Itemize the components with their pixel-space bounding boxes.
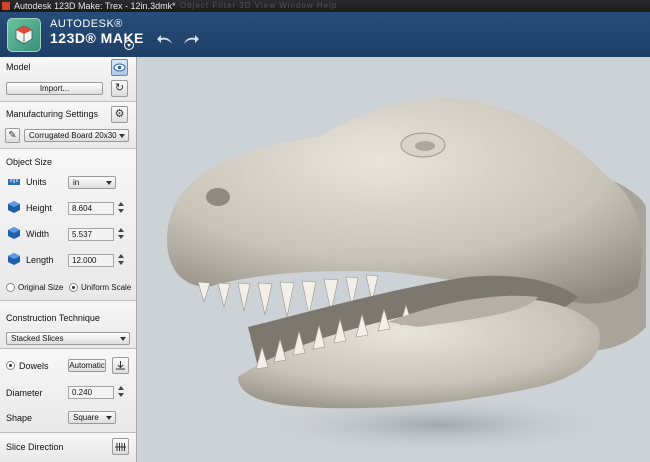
uniform-scale-radio[interactable] <box>69 283 78 292</box>
construction-section: Construction Technique Stacked Slices <box>0 301 136 349</box>
width-cube-icon <box>8 227 20 239</box>
window-title: Autodesk 123D Make: Trex - 12in.3dmk* <box>14 1 176 11</box>
3d-viewport[interactable] <box>138 57 650 462</box>
height-stepper[interactable] <box>117 201 125 216</box>
slice-direction-section: Slice Direction <box>0 433 136 462</box>
pencil-icon[interactable]: ✎ <box>5 128 20 143</box>
uniform-scale-label: Uniform Scale <box>81 283 132 292</box>
app-header: AUTODESK® 123D® MAKE <box>0 12 650 57</box>
refresh-icon[interactable]: ↻ <box>111 80 128 97</box>
length-cube-icon <box>8 253 20 265</box>
technique-select[interactable]: Stacked Slices <box>6 332 130 345</box>
units-label: Units <box>26 177 47 187</box>
shape-label: Shape <box>6 413 33 423</box>
model-title: Model <box>6 62 31 72</box>
trex-model[interactable] <box>138 57 650 462</box>
undo-arrow-icon[interactable] <box>156 32 174 46</box>
height-input[interactable]: 8.604 <box>68 202 114 215</box>
dowels-section: Dowels Automatic Diameter 0.240 Shape Sq… <box>0 349 136 433</box>
shape-value: Square <box>73 413 99 422</box>
diameter-stepper[interactable] <box>117 385 125 400</box>
manufacturing-title: Manufacturing Settings <box>6 109 99 119</box>
chevron-down-icon <box>106 181 112 185</box>
length-label: Length <box>26 255 54 265</box>
app-menu-dropdown-icon[interactable] <box>124 40 134 50</box>
diameter-label: Diameter <box>6 388 43 398</box>
technique-value: Stacked Slices <box>11 334 64 343</box>
ruler-icon <box>8 179 20 185</box>
eye-icon[interactable] <box>111 59 128 76</box>
brand-line1: AUTODESK® <box>50 18 123 30</box>
window-titlebar: Autodesk 123D Make: Trex - 12in.3dmk* Ob… <box>0 0 650 12</box>
original-size-radio[interactable] <box>6 283 15 292</box>
import-button[interactable]: Import... <box>6 82 103 95</box>
gear-icon[interactable]: ⚙ <box>111 106 128 123</box>
width-label: Width <box>26 229 50 239</box>
shape-select[interactable]: Square <box>68 411 116 424</box>
dowels-label: Dowels <box>19 361 49 371</box>
object-size-section: Object Size Units in Height 8.604 Width … <box>0 149 136 301</box>
length-input[interactable]: 12.000 <box>68 254 114 267</box>
model-section: Model Import... ↻ <box>0 57 136 102</box>
units-value: in <box>73 178 80 187</box>
original-size-label: Original Size <box>18 283 64 292</box>
align-icon[interactable] <box>112 357 129 374</box>
settings-panel: Model Import... ↻ Manufacturing Settings… <box>0 57 137 462</box>
width-stepper[interactable] <box>117 227 125 242</box>
dowel-mode-button[interactable]: Automatic <box>68 359 106 372</box>
menu-bar: Object Filter 3D View Window Help <box>180 1 338 10</box>
units-select[interactable]: in <box>68 176 116 189</box>
object-size-title: Object Size <box>6 157 53 167</box>
redo-arrow-icon[interactable] <box>182 32 200 46</box>
material-value: Corrugated Board 20x30 <box>29 131 117 140</box>
123d-make-logo-icon[interactable] <box>7 18 41 52</box>
chevron-down-icon <box>120 337 126 341</box>
construction-title: Construction Technique <box>6 313 100 323</box>
diameter-input[interactable]: 0.240 <box>68 386 114 399</box>
slice-direction-title: Slice Direction <box>6 442 64 452</box>
height-label: Height <box>26 203 53 213</box>
width-input[interactable]: 5.537 <box>68 228 114 241</box>
app-icon <box>2 2 10 10</box>
chevron-down-icon <box>119 134 125 138</box>
manufacturing-section: Manufacturing Settings ⚙ ✎ Corrugated Bo… <box>0 102 136 149</box>
chevron-down-icon <box>106 416 112 420</box>
dowels-radio[interactable] <box>6 361 15 370</box>
length-stepper[interactable] <box>117 253 125 268</box>
material-select[interactable]: Corrugated Board 20x30 <box>24 129 129 142</box>
slice-direction-icon[interactable] <box>112 438 129 455</box>
height-cube-icon <box>8 201 20 213</box>
